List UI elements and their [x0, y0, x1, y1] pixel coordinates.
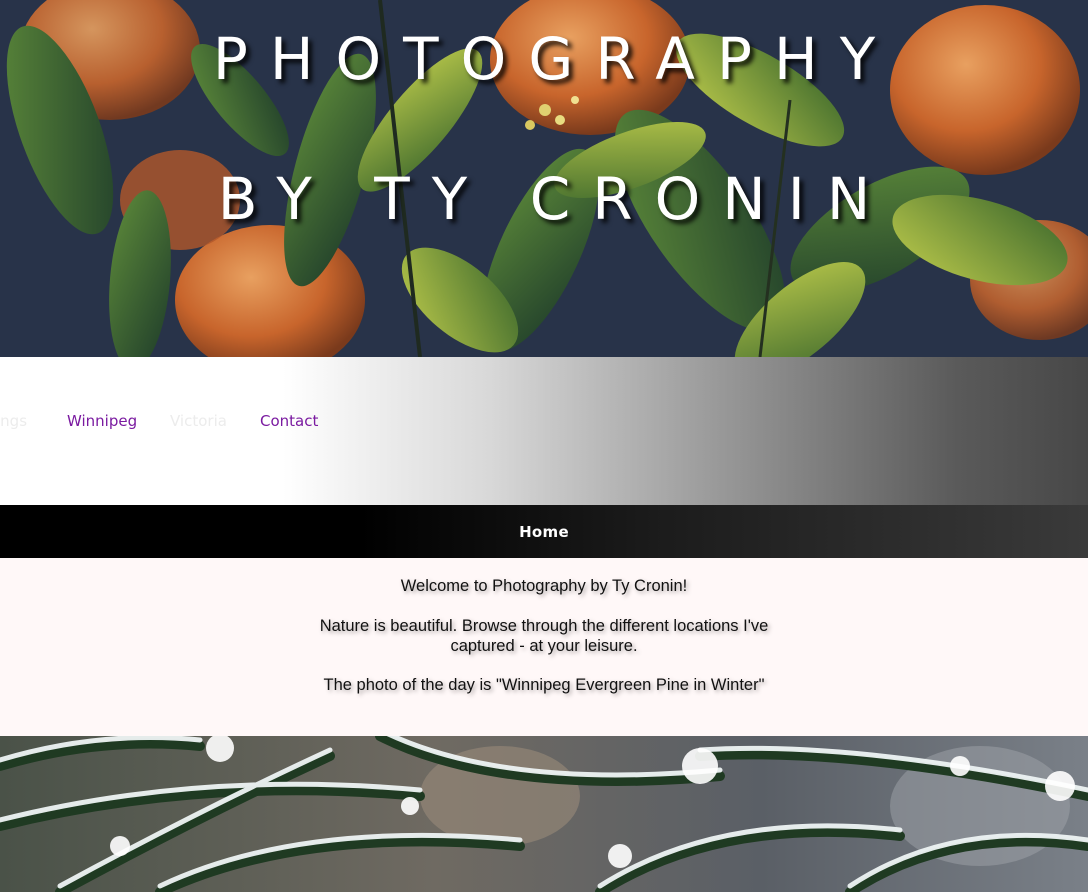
hero-banner: PHOTOGRAPHY BY TY CRONIN: [0, 0, 1088, 357]
nav-link-winnipeg[interactable]: Winnipeg: [67, 412, 137, 430]
nav-link-ings[interactable]: ings: [0, 412, 27, 430]
site-title-line-1: PHOTOGRAPHY: [212, 25, 898, 93]
site-title-line-2: BY TY CRONIN: [217, 165, 893, 233]
main-nav: ings Winnipeg Victoria Contact: [0, 357, 1088, 505]
photo-of-the-day-text: The photo of the day is "Winnipeg Evergr…: [323, 676, 765, 694]
welcome-description: Nature is beautiful. Browse through the …: [319, 617, 769, 655]
home-bar: Home: [0, 505, 1088, 558]
welcome-section: Welcome to Photography by Ty Cronin! Nat…: [0, 558, 1088, 736]
home-link[interactable]: Home: [519, 523, 569, 541]
photo-of-the-day-image: [0, 736, 1088, 892]
frosted-pine-image: [0, 736, 1088, 892]
nav-link-contact[interactable]: Contact: [260, 412, 318, 430]
welcome-heading: Welcome to Photography by Ty Cronin!: [400, 577, 688, 595]
nav-link-victoria[interactable]: Victoria: [170, 412, 227, 430]
